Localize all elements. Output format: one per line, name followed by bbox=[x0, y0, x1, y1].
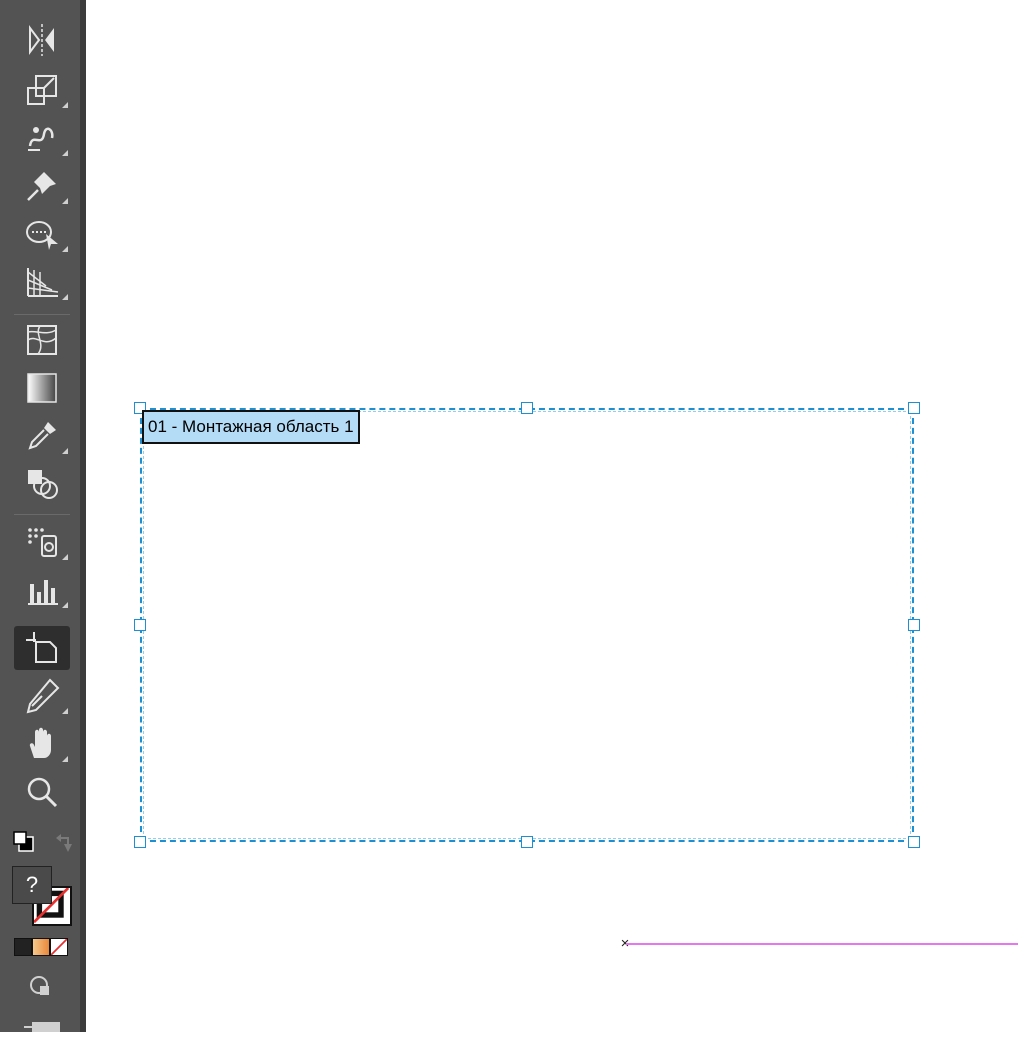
default-fill-stroke-button[interactable] bbox=[12, 830, 36, 854]
perspective-grid-tool[interactable] bbox=[14, 260, 70, 304]
default-colors-icon bbox=[13, 831, 34, 852]
swap-arrow-icon bbox=[56, 834, 72, 852]
pin-icon bbox=[27, 172, 56, 201]
more-tools-indicator bbox=[62, 602, 68, 608]
more-tools-indicator bbox=[62, 102, 68, 108]
scale-icon bbox=[27, 75, 57, 105]
puppet-warp-tool[interactable] bbox=[14, 164, 70, 208]
blend-icon bbox=[28, 470, 58, 499]
toolbar-divider bbox=[14, 514, 70, 515]
artboard-tool[interactable] bbox=[14, 626, 70, 670]
perspective-grid-icon bbox=[27, 268, 59, 297]
free-transform-tool[interactable] bbox=[14, 212, 70, 256]
zoom-tool[interactable] bbox=[14, 770, 70, 814]
more-tools-indicator bbox=[62, 756, 68, 762]
more-tools-indicator bbox=[62, 198, 68, 204]
more-tools-indicator bbox=[62, 554, 68, 560]
resize-handle-right[interactable] bbox=[908, 619, 920, 631]
resize-handle-bottom[interactable] bbox=[521, 836, 533, 848]
smart-guide-line bbox=[626, 943, 1018, 945]
resize-handle-top-right[interactable] bbox=[908, 402, 920, 414]
more-tools-indicator bbox=[62, 708, 68, 714]
blend-tool[interactable] bbox=[14, 462, 70, 506]
hand-icon bbox=[29, 727, 51, 758]
gradient-tool[interactable] bbox=[14, 366, 70, 410]
resize-handle-bottom-left[interactable] bbox=[134, 836, 146, 848]
artboard-name-label[interactable]: 01 - Монтажная область 1 bbox=[142, 410, 360, 444]
color-mode-button[interactable] bbox=[14, 938, 32, 956]
column-graph-tool[interactable] bbox=[14, 568, 70, 612]
gradient-mode-button[interactable] bbox=[32, 938, 50, 956]
tools-panel: ? bbox=[0, 0, 86, 1034]
gradient-icon bbox=[27, 373, 57, 403]
toolbar-divider bbox=[14, 314, 70, 315]
artboard[interactable] bbox=[140, 408, 914, 842]
artboard-icon bbox=[26, 632, 57, 663]
eyedropper-icon bbox=[28, 422, 56, 450]
none-icon bbox=[50, 938, 68, 956]
draw-normal-icon bbox=[30, 976, 49, 995]
resize-handle-left[interactable] bbox=[134, 619, 146, 631]
fill-color-box[interactable]: ? bbox=[12, 866, 52, 904]
warp-icon bbox=[28, 127, 54, 151]
artboard-inner-border bbox=[143, 411, 911, 839]
slice-tool[interactable] bbox=[14, 674, 70, 718]
mesh-icon bbox=[27, 325, 57, 355]
screen-mode-button[interactable] bbox=[22, 1018, 62, 1034]
hand-tool[interactable] bbox=[14, 722, 70, 766]
reflect-tool[interactable] bbox=[14, 18, 70, 62]
drawing-mode-button[interactable] bbox=[26, 972, 56, 1002]
more-tools-indicator bbox=[62, 448, 68, 454]
resize-handle-bottom-right[interactable] bbox=[908, 836, 920, 848]
resize-handle-top[interactable] bbox=[521, 402, 533, 414]
none-mode-button[interactable] bbox=[50, 938, 68, 956]
symbol-sprayer-icon bbox=[28, 528, 57, 557]
scale-tool[interactable] bbox=[14, 68, 70, 112]
column-graph-icon bbox=[28, 580, 58, 605]
free-transform-icon bbox=[26, 221, 58, 250]
mesh-tool[interactable] bbox=[14, 318, 70, 362]
reflect-icon bbox=[29, 24, 54, 56]
slice-icon bbox=[26, 678, 60, 714]
more-tools-indicator bbox=[62, 294, 68, 300]
zoom-icon bbox=[27, 777, 58, 808]
warp-tool[interactable] bbox=[14, 116, 70, 160]
swap-fill-stroke-button[interactable] bbox=[52, 832, 76, 856]
screen-mode-icon bbox=[24, 1022, 60, 1034]
eyedropper-tool[interactable] bbox=[14, 414, 70, 458]
symbol-sprayer-tool[interactable] bbox=[14, 520, 70, 564]
more-tools-indicator bbox=[62, 150, 68, 156]
more-tools-indicator bbox=[62, 246, 68, 252]
